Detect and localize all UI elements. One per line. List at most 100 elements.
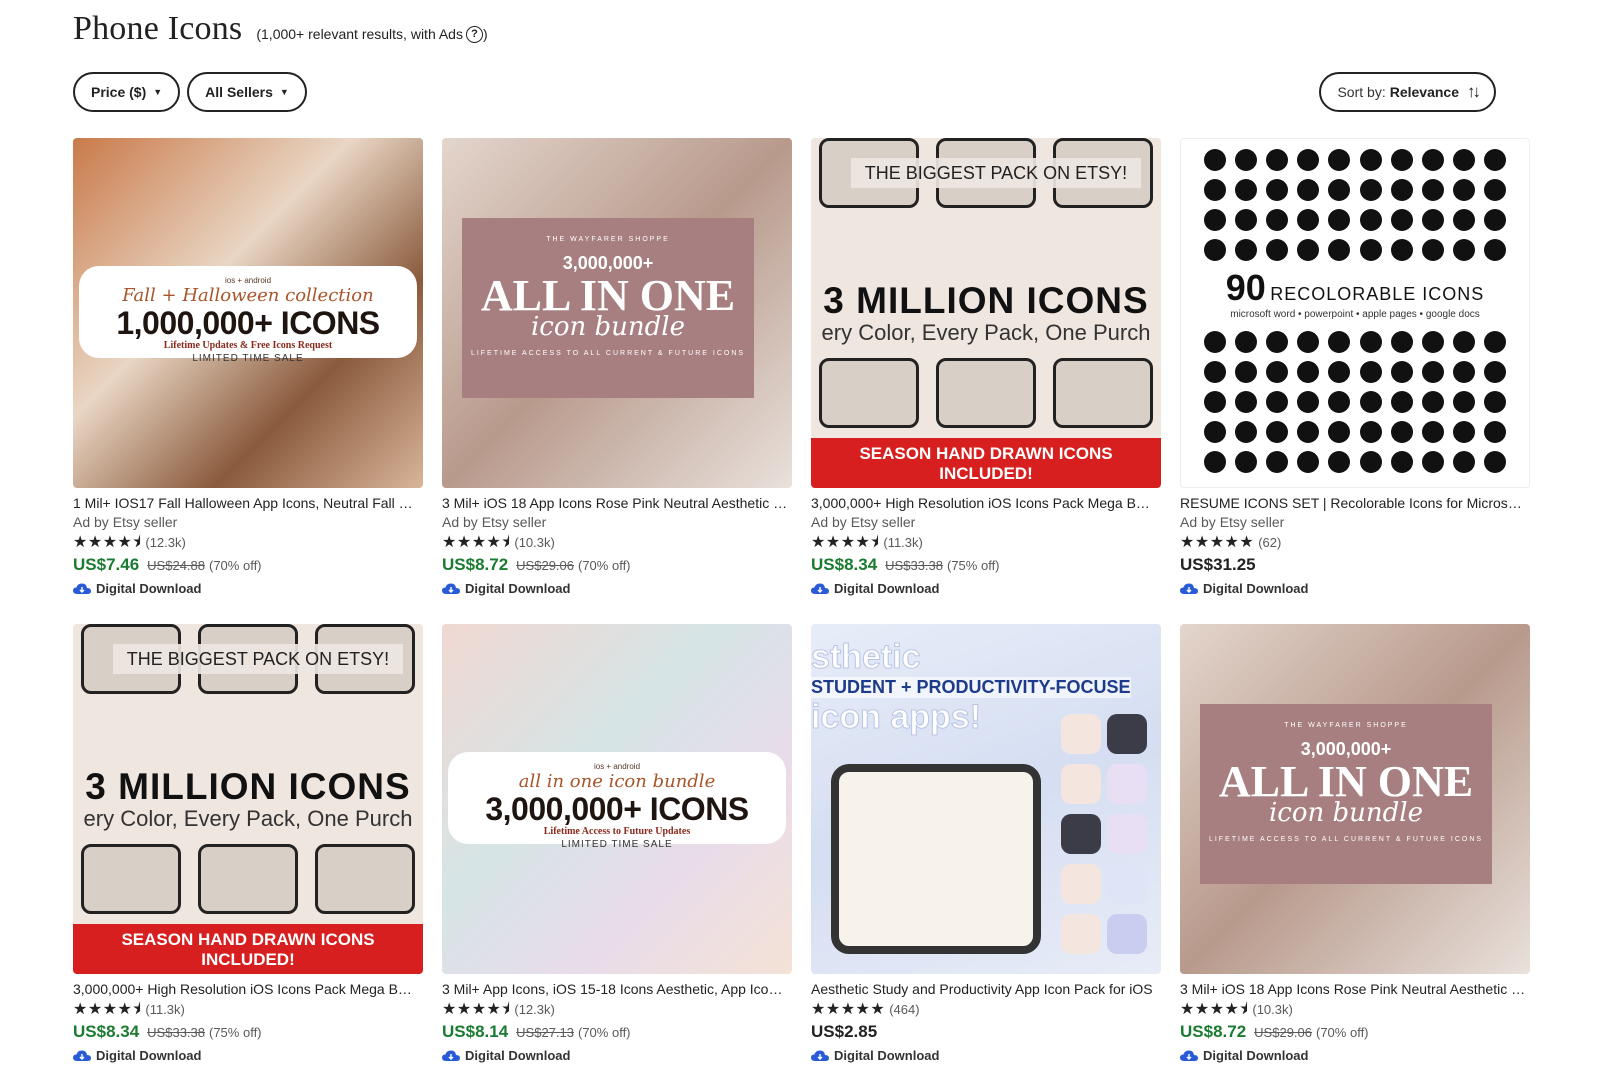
thumbnail-text: THE BIGGEST PACK ON ETSY! [113,644,403,674]
discount: (70% off) [578,1025,631,1040]
digital-download-badge: Digital Download [73,581,423,596]
listing-thumbnail[interactable]: THE BIGGEST PACK ON ETSY! 3 MILLION ICON… [811,138,1161,488]
thumbnail-text: THE WAYFARER SHOPPE [546,236,670,243]
sale-price: US$7.46 [73,555,140,574]
price-filter-button[interactable]: Price ($) ▼ [73,72,181,112]
listing-card[interactable]: ios + android all in one icon bundle 3,0… [442,624,792,1080]
star-rating-icon: ★★★★★ [811,1001,886,1018]
listing-rating: ★★★★★ (464) [811,1000,1161,1020]
listing-card[interactable]: THE WAYFARER SHOPPE 3,000,000+ ALL IN ON… [1180,624,1530,1080]
digital-download-badge: Digital Download [811,1048,1161,1063]
price-row: US$2.85 [811,1022,1161,1042]
cloud-download-icon [73,1050,91,1061]
listing-thumbnail[interactable]: ios + android Fall + Halloween collectio… [73,138,423,488]
sale-price: US$8.72 [442,555,509,574]
listing-thumbnail[interactable]: sthetic STUDENT + PRODUCTIVITY-FOCUSE ic… [811,624,1161,974]
listing-title[interactable]: 3,000,000+ High Resolution iOS Icons Pac… [73,981,419,998]
delivery-label: Digital Download [96,581,202,596]
listing-thumbnail[interactable]: THE BIGGEST PACK ON ETSY! 3 MILLION ICON… [73,624,423,974]
thumbnail-text: 1,000,000+ ICONS [116,305,380,341]
star-rating-icon: ★★★★⯨ [442,1001,511,1018]
cloud-download-icon [73,583,91,594]
original-price: US$29.06 [1254,1025,1312,1040]
listing-title[interactable]: 1 Mil+ IOS17 Fall Halloween App Icons, N… [73,495,419,512]
filter-bar: Price ($) ▼ All Sellers ▼ [73,72,307,112]
listing-card[interactable]: THE WAYFARER SHOPPE 3,000,000+ ALL IN ON… [442,138,792,596]
sale-price: US$8.34 [73,1022,140,1041]
delivery-label: Digital Download [465,1048,571,1063]
listing-title[interactable]: RESUME ICONS SET | Recolorable Icons for… [1180,495,1526,512]
thumbnail-banner: THE WAYFARER SHOPPE 3,000,000+ ALL IN ON… [462,218,754,398]
thumbnail-text: LIMITED TIME SALE [192,353,304,364]
listing-rating: ★★★★⯨ (10.3k) [1180,1000,1530,1020]
listing-title[interactable]: 3 Mil+ App Icons, iOS 15-18 Icons Aesthe… [442,981,788,998]
search-header: Phone Icons (1,000+ relevant results, wi… [73,10,488,48]
app-tile [1061,864,1101,904]
cloud-download-icon [442,1050,460,1061]
listing-card[interactable]: 90 RECOLORABLE ICONS microsoft word • po… [1180,138,1530,596]
thumbnail-text: ery Color, Every Pack, One Purch [821,320,1151,345]
cloud-download-icon [442,583,460,594]
thumbnail-text: Fall + Halloween collection [122,285,374,306]
thumbnail-banner: 3 MILLION ICONS ery Color, Every Pack, O… [73,766,423,832]
app-tile [1061,814,1101,854]
listing-title[interactable]: 3 Mil+ iOS 18 App Icons Rose Pink Neutra… [1180,981,1526,998]
thumbnail-text: THE BIGGEST PACK ON ETSY! [851,158,1141,188]
review-count: (11.3k) [883,535,923,550]
phone-mockup [1052,358,1153,428]
price-row: US$7.46 US$24.88 (70% off) [73,555,423,575]
result-count-text: (1,000+ relevant results, with Ads [256,26,463,42]
review-count: (11.3k) [145,1002,185,1017]
delivery-label: Digital Download [96,1048,202,1063]
listing-thumbnail[interactable]: 90 RECOLORABLE ICONS microsoft word • po… [1180,138,1530,488]
listing-thumbnail[interactable]: ios + android all in one icon bundle 3,0… [442,624,792,974]
thumbnail-text: STUDENT + PRODUCTIVITY-FOCUSE [811,677,1131,698]
discount: (70% off) [1316,1025,1369,1040]
original-price: US$24.88 [147,558,205,573]
thumbnail-banner: ios + android Fall + Halloween collectio… [79,266,417,364]
price-filter-label: Price ($) [91,84,147,100]
listing-card[interactable]: THE BIGGEST PACK ON ETSY! 3 MILLION ICON… [73,624,423,1080]
digital-download-badge: Digital Download [73,1048,423,1063]
listing-rating: ★★★★⯨ (12.3k) [73,533,423,553]
listing-thumbnail[interactable]: THE WAYFARER SHOPPE 3,000,000+ ALL IN ON… [442,138,792,488]
listing-card[interactable]: ios + android Fall + Halloween collectio… [73,138,423,596]
thumbnail-banner: ios + android all in one icon bundle 3,0… [448,752,786,850]
page-title: Phone Icons [73,10,243,47]
app-tile [1107,714,1147,754]
listing-card[interactable]: sthetic STUDENT + PRODUCTIVITY-FOCUSE ic… [811,624,1161,1080]
star-rating-icon: ★★★★⯨ [442,534,511,551]
listing-title[interactable]: 3 Mil+ iOS 18 App Icons Rose Pink Neutra… [442,495,788,512]
review-count: (10.3k) [1252,1002,1293,1017]
app-tile [1061,714,1101,754]
listing-seller: Ad by Etsy seller [811,514,916,530]
resume-icon-grid [1199,331,1511,473]
listing-grid: ios + android Fall + Halloween collectio… [73,138,1530,1080]
cloud-download-icon [1180,583,1198,594]
tablet-mockup [831,764,1041,954]
sellers-filter-button[interactable]: All Sellers ▼ [187,72,307,112]
listing-title[interactable]: 3,000,000+ High Resolution iOS Icons Pac… [811,495,1157,512]
sale-price: US$8.34 [811,555,878,574]
thumbnail-text: sthetic [811,638,921,677]
thumbnail-text: SEASON HAND DRAWN ICONS INCLUDED! [811,438,1161,488]
review-count: (62) [1258,535,1282,550]
listing-title[interactable]: Aesthetic Study and Productivity App Ico… [811,981,1157,998]
price-row: US$8.14 US$27.13 (70% off) [442,1022,792,1042]
listing-rating: ★★★★⯨ (11.3k) [811,533,1161,553]
thumbnail-text: LIMITED TIME SALE [561,839,673,850]
sort-button[interactable]: Sort by: Relevance ↑↓ [1319,72,1496,112]
help-icon[interactable]: ? [465,25,483,43]
star-rating-icon: ★★★★⯨ [73,1001,142,1018]
listing-rating: ★★★★⯨ (11.3k) [73,1000,423,1020]
listing-seller: Ad by Etsy seller [1180,514,1285,530]
original-price: US$33.38 [885,558,943,573]
price-row: US$8.72 US$29.06 (70% off) [442,555,792,575]
caret-down-icon: ▼ [153,87,163,97]
thumbnail-text: RECOLORABLE ICONS [1270,284,1485,304]
listing-seller: Ad by Etsy seller [442,514,547,530]
listing-card[interactable]: THE BIGGEST PACK ON ETSY! 3 MILLION ICON… [811,138,1161,596]
thumbnail-text: LIFETIME ACCESS TO ALL CURRENT & FUTURE … [1208,836,1484,843]
phone-mockup [819,358,920,428]
listing-thumbnail[interactable]: THE WAYFARER SHOPPE 3,000,000+ ALL IN ON… [1180,624,1530,974]
